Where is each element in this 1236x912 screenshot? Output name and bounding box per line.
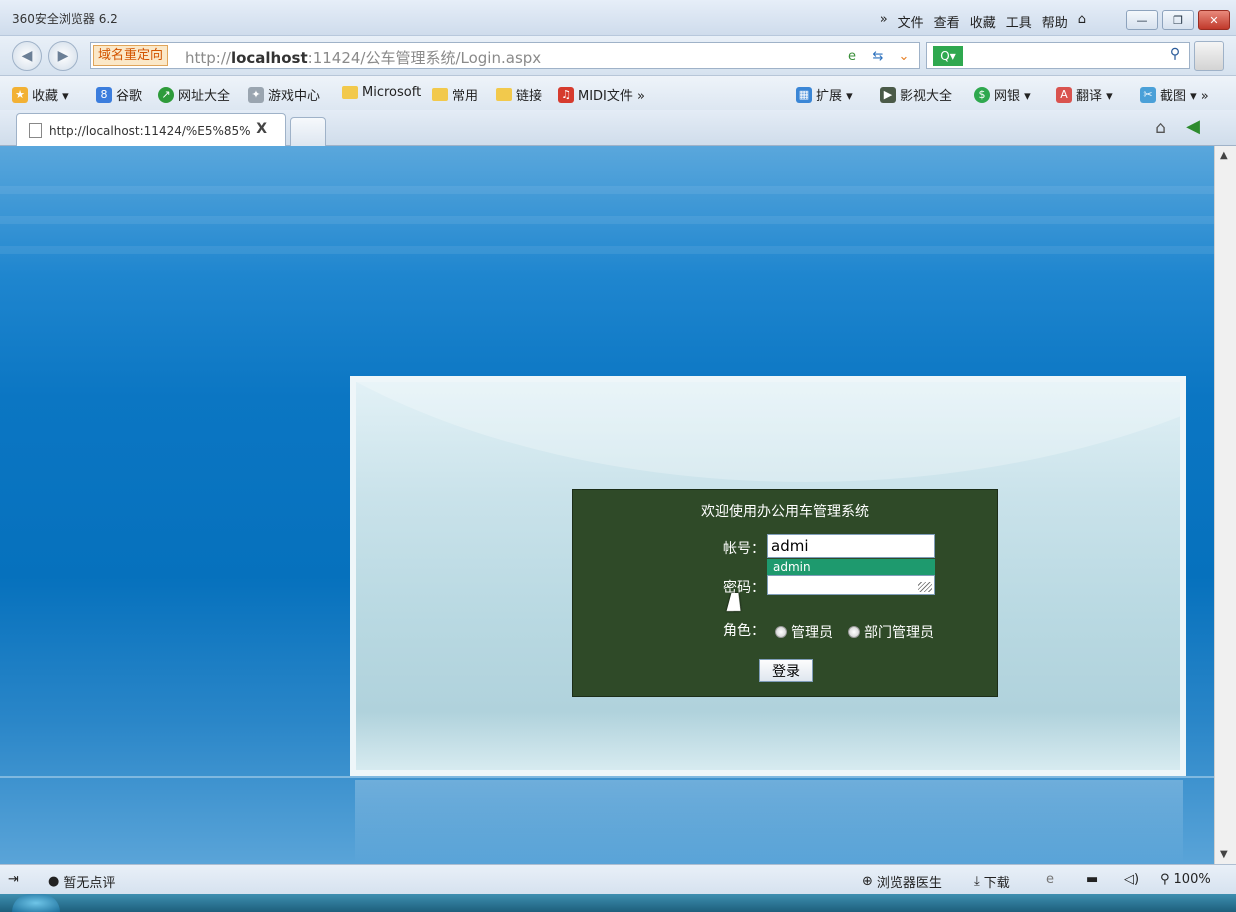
- close-window-button[interactable]: ✕: [1198, 10, 1230, 30]
- tab-bar: http://localhost:11424/%E5%85% X ⌂ ◀: [0, 110, 1236, 146]
- address-toolbar: ◀ ▶ 域名重定向 http://localhost:11424/公车管理系统/…: [0, 36, 1236, 76]
- os-taskbar: [0, 894, 1236, 912]
- scroll-down-icon[interactable]: ▼: [1220, 849, 1228, 860]
- midi-icon: ♫: [558, 86, 574, 103]
- zoom-control[interactable]: ⚲ 100%: [1160, 872, 1211, 887]
- tab-close-icon[interactable]: X: [256, 121, 267, 137]
- account-input[interactable]: [767, 534, 935, 558]
- zoom-icon: ⚲: [1160, 872, 1170, 887]
- fav-midi[interactable]: ♫ MIDI文件 »: [558, 85, 645, 104]
- back-button[interactable]: ◀: [12, 41, 42, 71]
- account-label: 帐号：: [723, 541, 765, 557]
- translate-button[interactable]: A 翻译 ▾: [1056, 85, 1113, 104]
- menu-file[interactable]: 文件: [898, 12, 924, 31]
- menu-tools[interactable]: 工具: [1006, 12, 1032, 31]
- vertical-scrollbar[interactable]: ▲ ▼: [1214, 146, 1236, 864]
- status-bar: ⇥ ● 暂无点评 ⊕ 浏览器医生 ⤓ 下载 e ▬ ◁) ⚲ 100%: [0, 864, 1236, 894]
- folder-icon: [432, 88, 448, 101]
- menu-more[interactable]: »: [880, 12, 888, 31]
- page-icon: [29, 123, 42, 138]
- menu-help[interactable]: 帮助: [1042, 12, 1068, 31]
- role-admin-radio[interactable]: 管理员: [775, 622, 833, 642]
- window-controls: — ❐ ✕: [1126, 10, 1230, 30]
- apple-icon: ●: [48, 874, 60, 889]
- google-icon: 8: [96, 86, 112, 103]
- gamepad-icon: ✦: [248, 86, 264, 103]
- folder-icon: [342, 86, 358, 99]
- fav-collect[interactable]: ★ 收藏 ▾: [12, 85, 69, 104]
- ie-mode-icon[interactable]: e: [843, 47, 861, 65]
- resize-grip-icon: [918, 582, 932, 592]
- url-text[interactable]: http://localhost:11424/公车管理系统/Login.aspx: [185, 47, 541, 68]
- video-button[interactable]: ▶ 影视大全: [880, 85, 952, 104]
- panel-reflection: [355, 780, 1183, 864]
- search-icon[interactable]: ⚲: [1165, 46, 1185, 66]
- sound-icon[interactable]: ◁): [1124, 872, 1139, 887]
- download-icon: ⤓: [974, 874, 980, 889]
- role-dept-admin-radio[interactable]: 部门管理员: [848, 622, 934, 642]
- browser-menu-bar: » 文件 查看 收藏 工具 帮助 ⌂: [880, 12, 1086, 31]
- window-icon[interactable]: ▬: [1086, 872, 1098, 887]
- star-icon: ★: [12, 86, 28, 103]
- translate-icon: A: [1056, 86, 1072, 103]
- fav-game-center[interactable]: ✦ 游戏中心: [248, 85, 320, 104]
- browser-doctor-button[interactable]: ⊕ 浏览器医生: [862, 872, 942, 891]
- dropdown-icon[interactable]: ⌄: [895, 47, 913, 65]
- menu-view[interactable]: 查看: [934, 12, 960, 31]
- fav-common[interactable]: 常用: [432, 85, 478, 104]
- browser-title-bar: 360安全浏览器 6.2 » 文件 查看 收藏 工具 帮助 ⌂ — ❐ ✕: [0, 0, 1236, 36]
- ie-icon[interactable]: e: [1046, 872, 1054, 887]
- video-icon: ▶: [880, 86, 896, 103]
- new-tab-button[interactable]: [290, 117, 326, 146]
- bank-button[interactable]: $ 网银 ▾: [974, 85, 1031, 104]
- login-form: 欢迎使用办公用车管理系统 帐号： admin 密码： 角色： 管理员 部门管理员…: [572, 489, 998, 697]
- extensions-icon: ▦: [796, 86, 812, 103]
- login-heading: 欢迎使用办公用车管理系统: [701, 504, 869, 520]
- address-bar[interactable]: 域名重定向 http://localhost:11424/公车管理系统/Logi…: [90, 42, 920, 69]
- scroll-up-icon[interactable]: ▲: [1220, 150, 1228, 161]
- browser-title: 360安全浏览器 6.2: [12, 12, 118, 26]
- minimize-button[interactable]: —: [1126, 10, 1158, 30]
- extensions-button[interactable]: ▦ 扩展 ▾: [796, 85, 853, 104]
- start-button[interactable]: [12, 894, 60, 912]
- autocomplete-suggestion[interactable]: admin: [767, 559, 935, 575]
- fav-site-directory[interactable]: ↗ 网址大全: [158, 85, 230, 104]
- download-button[interactable]: ⤓ 下载: [974, 872, 1010, 891]
- radio-dot-icon: [775, 626, 787, 638]
- folder-icon: [496, 88, 512, 101]
- home-icon[interactable]: ⌂: [1155, 118, 1166, 138]
- screenshot-button[interactable]: ✂ 截图 ▾ »: [1140, 85, 1209, 104]
- role-label: 角色：: [723, 623, 765, 639]
- skin-icon[interactable]: ⌂: [1078, 12, 1086, 31]
- address-icons: e ⇆ ⌄: [843, 47, 913, 65]
- password-input[interactable]: [767, 575, 935, 595]
- menu-favorites[interactable]: 收藏: [970, 12, 996, 31]
- fav-microsoft[interactable]: Microsoft: [342, 85, 421, 100]
- redirect-badge[interactable]: 域名重定向: [93, 45, 169, 66]
- fav-links[interactable]: 链接: [496, 85, 542, 104]
- bank-icon: $: [974, 86, 990, 103]
- user-avatar[interactable]: [1194, 41, 1224, 71]
- undo-close-icon[interactable]: ◀: [1186, 116, 1200, 137]
- rating-status[interactable]: ● 暂无点评: [48, 872, 115, 891]
- restore-button[interactable]: ❐: [1162, 10, 1194, 30]
- refresh-icon[interactable]: ⇆: [869, 47, 887, 65]
- page-mode-icon[interactable]: ⇥: [8, 872, 19, 887]
- doctor-icon: ⊕: [862, 874, 873, 889]
- login-button[interactable]: 登录: [759, 659, 813, 682]
- fav-google[interactable]: 8 谷歌: [96, 85, 142, 104]
- search-engine-selector[interactable]: Q▾: [933, 46, 963, 66]
- radio-dot-icon: [848, 626, 860, 638]
- back-arrow-icon: ◀: [21, 48, 33, 64]
- tab-title: http://localhost:11424/%E5%85%: [49, 124, 251, 138]
- favorites-bar: ★ 收藏 ▾ 8 谷歌 ↗ 网址大全 ✦ 游戏中心 Microsoft 常用 链接 ♫ M…: [0, 76, 1236, 110]
- globe-icon: ↗: [158, 86, 174, 103]
- forward-button[interactable]: ▶: [48, 41, 78, 71]
- tab-login[interactable]: http://localhost:11424/%E5%85% X: [16, 113, 286, 146]
- search-box[interactable]: Q▾ ⚲: [926, 42, 1190, 69]
- screenshot-icon: ✂: [1140, 86, 1156, 103]
- forward-arrow-icon: ▶: [57, 48, 69, 64]
